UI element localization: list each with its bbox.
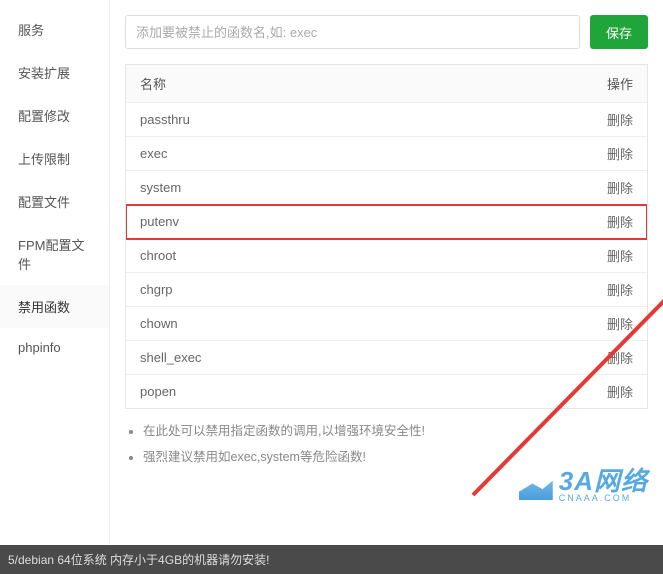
- sidebar-item-2[interactable]: 配置修改: [0, 94, 109, 137]
- col-header-op: 操作: [607, 74, 633, 93]
- function-name: shell_exec: [140, 350, 201, 365]
- sidebar-item-4[interactable]: 配置文件: [0, 180, 109, 223]
- sidebar: 服务安装扩展配置修改上传限制配置文件FPM配置文件禁用函数phpinfo: [0, 0, 110, 545]
- delete-link[interactable]: 删除: [607, 110, 633, 129]
- sidebar-item-1[interactable]: 安装扩展: [0, 51, 109, 94]
- delete-link[interactable]: 删除: [607, 314, 633, 333]
- delete-link[interactable]: 删除: [607, 178, 633, 197]
- function-name: chown: [140, 316, 178, 331]
- table-row: chgrp 删除: [126, 273, 647, 307]
- delete-link[interactable]: 删除: [607, 348, 633, 367]
- delete-link[interactable]: 删除: [607, 280, 633, 299]
- table-row: popen 删除: [126, 375, 647, 408]
- save-button[interactable]: 保存: [590, 15, 648, 49]
- hint-item: 强烈建议禁用如exec,system等危险函数!: [143, 447, 648, 467]
- function-name: system: [140, 180, 181, 195]
- watermark: 3A网络 CNAAA.COM: [519, 470, 648, 503]
- hints-list: 在此处可以禁用指定函数的调用,以增强环境安全性! 强烈建议禁用如exec,syst…: [125, 421, 648, 467]
- function-name: exec: [140, 146, 167, 161]
- col-header-name: 名称: [140, 74, 166, 93]
- disabled-functions-table: 名称 操作 passthru删除exec删除system删除putenv删除ch…: [125, 64, 648, 409]
- sidebar-item-7[interactable]: phpinfo: [0, 328, 109, 367]
- table-row: chroot 删除: [126, 239, 647, 273]
- function-name: chroot: [140, 248, 176, 263]
- sidebar-item-6[interactable]: 禁用函数: [0, 285, 109, 328]
- table-row: chown 删除: [126, 307, 647, 341]
- delete-link[interactable]: 删除: [607, 382, 633, 401]
- table-row: passthru 删除: [126, 103, 647, 137]
- hint-item: 在此处可以禁用指定函数的调用,以增强环境安全性!: [143, 421, 648, 441]
- function-name: passthru: [140, 112, 190, 127]
- delete-link[interactable]: 删除: [607, 144, 633, 163]
- table-row: system 删除: [126, 171, 647, 205]
- table-row: shell_exec 删除: [126, 341, 647, 375]
- table-row: exec 删除: [126, 137, 647, 171]
- function-name: putenv: [140, 214, 179, 229]
- add-function-input[interactable]: [125, 15, 580, 49]
- sidebar-item-0[interactable]: 服务: [0, 8, 109, 51]
- footer-status: 5/debian 64位系统 内存小于4GB的机器请勿安装!: [0, 545, 663, 574]
- sidebar-item-3[interactable]: 上传限制: [0, 137, 109, 180]
- table-row: putenv 删除: [126, 205, 647, 239]
- table-scroll[interactable]: 名称 操作 passthru删除exec删除system删除putenv删除ch…: [126, 65, 647, 408]
- main-panel: 保存 名称 操作 passthru 删除 exec 删除 system 删除 putenv 删…: [110, 0, 663, 545]
- delete-link[interactable]: 删除: [607, 246, 633, 265]
- function-name: popen: [140, 384, 176, 399]
- delete-link[interactable]: 删除: [607, 212, 633, 231]
- sidebar-item-5[interactable]: FPM配置文件: [0, 223, 109, 285]
- function-name: chgrp: [140, 282, 173, 297]
